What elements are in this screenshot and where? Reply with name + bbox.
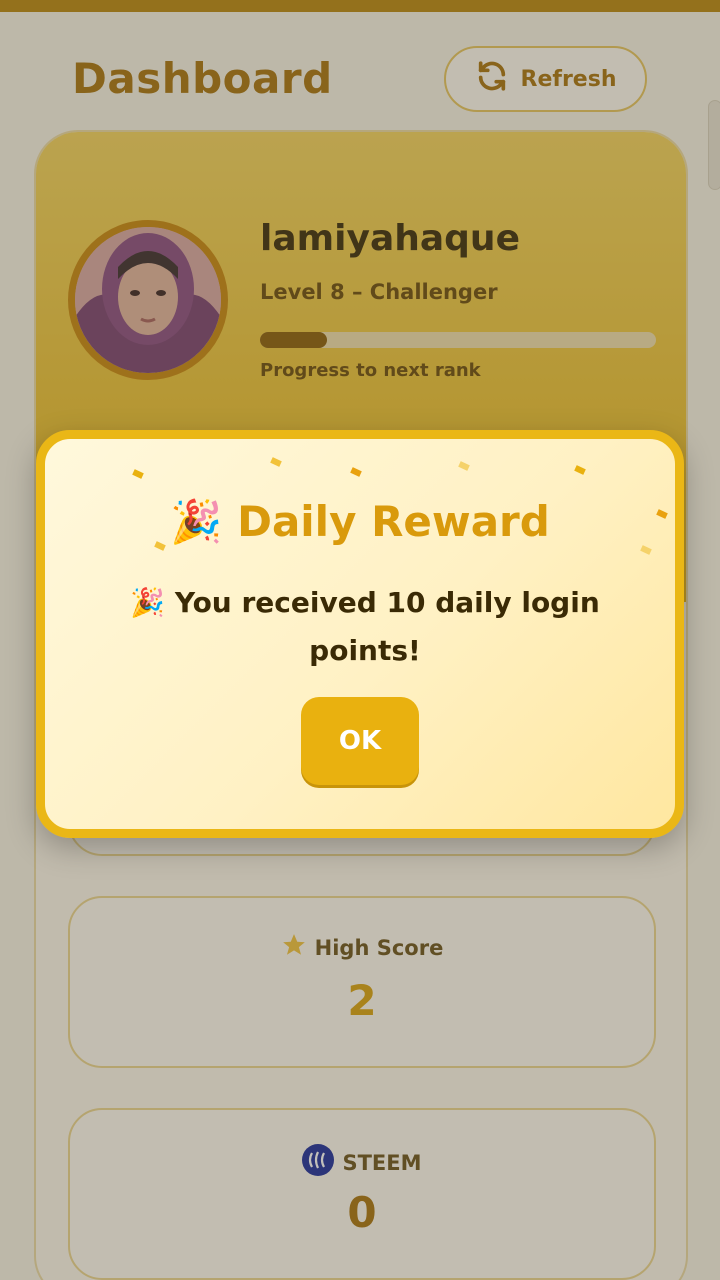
party-popper-icon: 🎉 <box>130 586 166 619</box>
confetti-icon <box>574 465 586 475</box>
dialog-message: 🎉 You received 10 daily login points! <box>130 586 600 667</box>
confetti-icon <box>270 457 282 467</box>
ok-button[interactable]: OK <box>301 697 419 785</box>
confetti-icon <box>132 469 144 479</box>
daily-reward-dialog: 🎉 Daily Reward 🎉 You received 10 daily l… <box>36 430 684 838</box>
dialog-title: 🎉 Daily Reward <box>170 497 550 546</box>
party-popper-icon: 🎉 <box>170 497 223 546</box>
confetti-icon <box>458 461 470 471</box>
confetti-icon <box>350 467 362 477</box>
